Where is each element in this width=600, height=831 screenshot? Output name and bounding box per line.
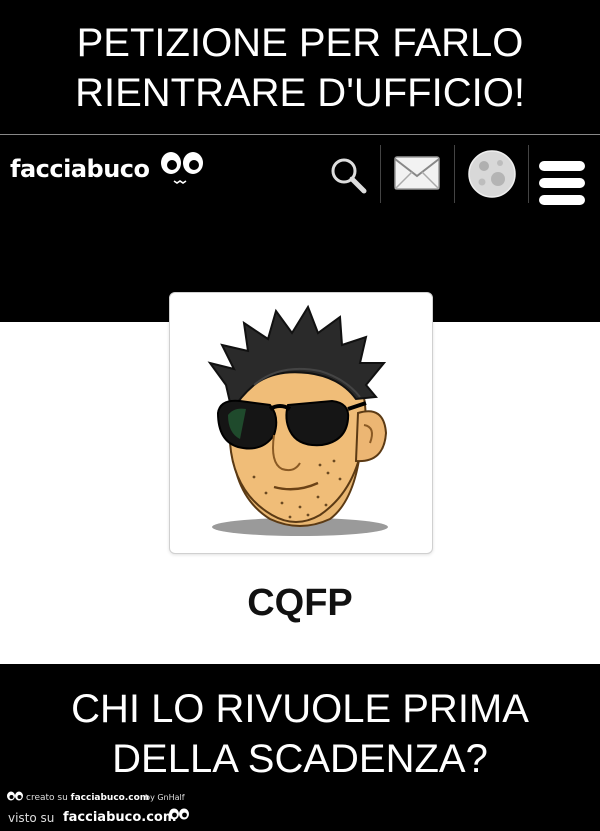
header-divider (380, 145, 381, 203)
logo-eyes-icon (161, 152, 203, 184)
profile-avatar-card[interactable] (169, 292, 433, 554)
mail-icon[interactable] (393, 155, 441, 191)
profile-username[interactable]: CQFP (0, 582, 600, 625)
created-site[interactable]: facciabuco.com (71, 793, 150, 803)
created-on-credit: creato su facciabuco.com (26, 793, 149, 803)
top-caption-line-2: RIENTRARE D'UFFICIO! (75, 71, 525, 115)
small-eyes-icon (7, 791, 23, 801)
cartoon-avatar (207, 304, 388, 536)
moon-avatar-icon[interactable] (467, 149, 517, 199)
search-icon[interactable] (328, 155, 368, 195)
bottom-caption-line-1: CHI LO RIVUOLE PRIMA (71, 687, 529, 731)
header-divider (454, 145, 455, 203)
bottom-caption: CHI LO RIVUOLE PRIMA DELLA SCADENZA? (0, 664, 600, 784)
small-eyes-icon (169, 808, 189, 820)
bottom-caption-line-2: DELLA SCADENZA? (112, 737, 488, 781)
seen-prefix: visto su (8, 811, 55, 825)
site-logo-text[interactable]: facciabuco (10, 155, 150, 183)
author-credit: by GnHalf (145, 793, 185, 802)
top-caption: PETIZIONE PER FARLO RIENTRARE D'UFFICIO! (0, 0, 600, 134)
header-divider (528, 145, 529, 203)
menu-icon[interactable] (538, 159, 586, 207)
credits-footer: creato su facciabuco.com by GnHalf visto… (0, 786, 600, 831)
seen-site[interactable]: facciabuco.com (63, 810, 176, 825)
top-caption-line-1: PETIZIONE PER FARLO (76, 21, 524, 65)
created-prefix: creato su (26, 793, 68, 803)
